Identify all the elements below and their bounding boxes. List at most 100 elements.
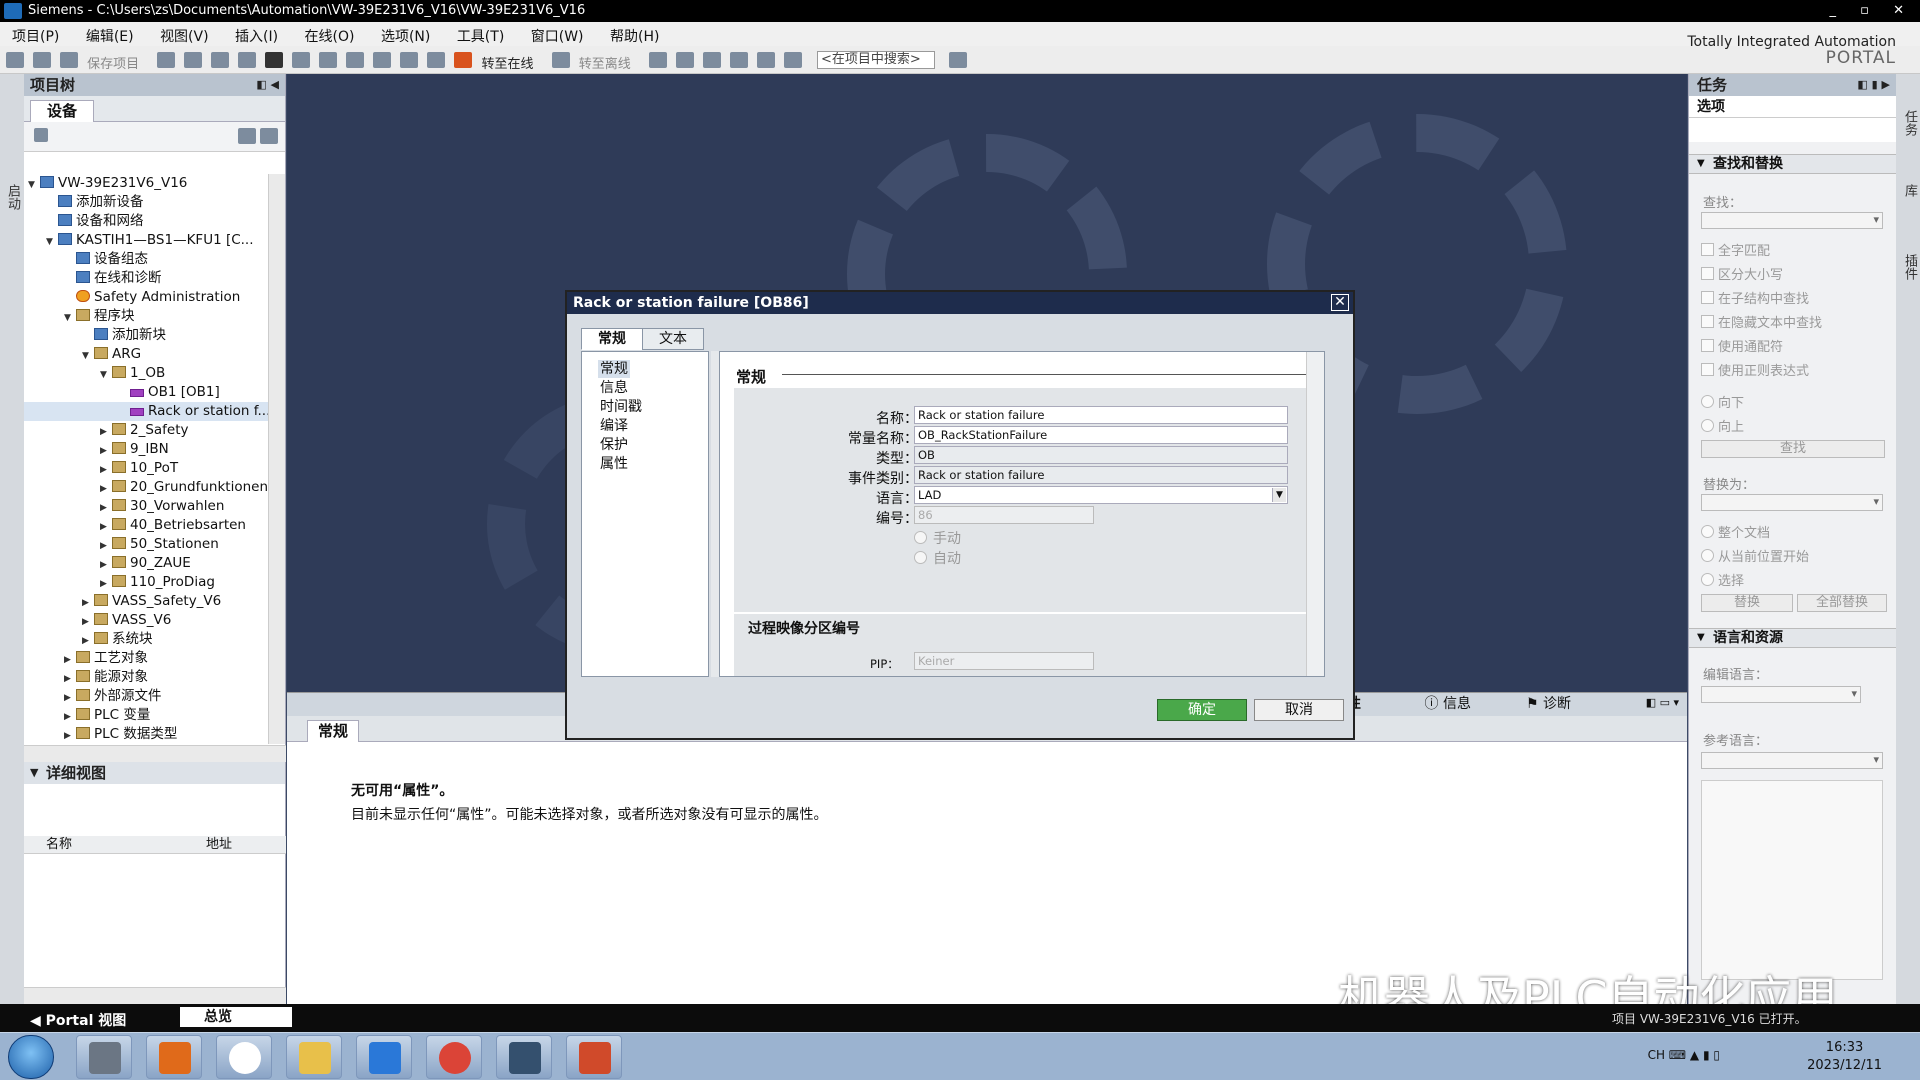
collapse-panel-icon[interactable]: ◧ ◀ <box>256 74 279 96</box>
tree-item[interactable]: ▶ VASS_V6 <box>24 611 269 630</box>
tree-horizontal-scrollbar[interactable] <box>24 745 286 762</box>
addins-tab[interactable]: 插件 <box>1900 254 1919 280</box>
collapsed-arrow-icon[interactable]: ▶ <box>82 613 94 630</box>
open-project-icon[interactable] <box>33 52 51 68</box>
redo-icon[interactable] <box>319 52 338 68</box>
input-language[interactable]: CH <box>1648 1048 1665 1062</box>
tree-item[interactable]: ▶ 工艺对象 <box>24 649 269 668</box>
dialog-splitter[interactable] <box>711 351 719 677</box>
expanded-arrow-icon[interactable]: ▼ <box>82 347 94 364</box>
inspector-window-controls[interactable]: ◧ ▭ ▾ <box>1646 696 1679 709</box>
taskbar-app-icon[interactable] <box>216 1035 272 1079</box>
tab-general[interactable]: 常规 <box>307 720 359 742</box>
nav-compilation[interactable]: 编译 <box>600 417 628 435</box>
tree-item[interactable]: ▼ VW-39E231V6_V16 <box>24 174 269 193</box>
tree-item[interactable]: OB1 [OB1] <box>24 383 269 402</box>
collapsed-arrow-icon[interactable]: ▶ <box>100 480 112 497</box>
use-regex-checkbox[interactable]: 使用正则表达式 <box>1701 360 1809 379</box>
tree-item[interactable]: ▶ 20_Grundfunktionen <box>24 478 269 497</box>
split-horizontal-icon[interactable] <box>756 52 775 68</box>
split-vertical-icon[interactable] <box>783 52 802 68</box>
stop-cpu-icon[interactable] <box>702 52 721 68</box>
tree-item[interactable]: ▶ PLC 变量 <box>24 706 269 725</box>
tree-item[interactable]: ▶ 30_Vorwahlen <box>24 497 269 516</box>
collapsed-arrow-icon[interactable]: ▶ <box>64 708 76 725</box>
powerpoint-icon[interactable] <box>566 1035 622 1079</box>
taskbar-app-icon[interactable] <box>356 1035 412 1079</box>
start-tab[interactable]: 启动 <box>3 184 22 210</box>
dialog-scrollbar[interactable] <box>1306 352 1324 676</box>
tab-texts[interactable]: 文本 <box>642 328 704 350</box>
menu-window[interactable]: 窗口(W) <box>519 22 594 46</box>
direction-up-radio[interactable]: 向上 <box>1701 416 1744 435</box>
undo-icon[interactable] <box>292 52 311 68</box>
print-icon[interactable] <box>157 52 176 68</box>
compile-icon[interactable] <box>346 52 365 68</box>
replace-button[interactable]: 替换 <box>1701 594 1793 612</box>
automatic-radio[interactable]: 自动 <box>914 548 961 568</box>
menu-edit[interactable]: 编辑(E) <box>74 22 144 46</box>
find-button[interactable]: 查找 <box>1701 440 1885 458</box>
tree-item[interactable]: ▶ PLC 数据类型 <box>24 725 269 744</box>
menu-view[interactable]: 视图(V) <box>148 22 219 46</box>
paste-icon[interactable] <box>238 52 257 68</box>
cancel-button[interactable]: 取消 <box>1254 699 1344 721</box>
constant-name-field[interactable]: OB_RackStationFailure <box>914 426 1288 444</box>
tree-item[interactable]: ▶ 110_ProDiag <box>24 573 269 592</box>
find-input[interactable] <box>1701 212 1883 229</box>
chevron-down-icon[interactable]: ▼ <box>1272 488 1286 502</box>
collapsed-arrow-icon[interactable]: ▶ <box>64 651 76 668</box>
project-search-input[interactable]: <在项目中搜索> <box>817 51 936 69</box>
collapsed-arrow-icon[interactable]: ▶ <box>100 499 112 516</box>
tree-vertical-scrollbar[interactable] <box>268 174 285 744</box>
taskbar-app-icon[interactable] <box>76 1035 132 1079</box>
copy-icon[interactable] <box>211 52 230 68</box>
tree-view-icon[interactable] <box>238 128 256 144</box>
download-icon[interactable] <box>373 52 392 68</box>
replace-all-button[interactable]: 全部替换 <box>1797 594 1887 612</box>
tree-item[interactable]: ▶ 50_Stationen <box>24 535 269 554</box>
tree-item[interactable]: Safety Administration <box>24 288 269 307</box>
close-icon[interactable]: ✕ <box>1331 294 1349 311</box>
tree-item[interactable]: 在线和诊断 <box>24 269 269 288</box>
whole-word-checkbox[interactable]: 全字匹配 <box>1701 240 1770 259</box>
collapsed-arrow-icon[interactable]: ▶ <box>100 442 112 459</box>
scope-from-cursor-radio[interactable]: 从当前位置开始 <box>1701 546 1809 565</box>
overview-tab[interactable]: 总览 <box>180 1007 292 1027</box>
go-online-icon[interactable] <box>454 52 473 68</box>
tree-item[interactable]: Rack or station f... <box>24 402 269 421</box>
tree-item[interactable]: ▶ 能源对象 <box>24 668 269 687</box>
nav-timestamps[interactable]: 时间戳 <box>600 398 642 416</box>
system-tray[interactable]: CH ⌨ ▲ ▮ ▯ <box>1648 1048 1720 1062</box>
collapsed-arrow-icon[interactable]: ▶ <box>100 556 112 573</box>
go-online-button[interactable]: 转至在线 <box>481 53 533 72</box>
expanded-arrow-icon[interactable]: ▼ <box>46 233 58 250</box>
tree-overview-icon[interactable] <box>260 128 278 144</box>
reference-language-select[interactable] <box>1701 752 1883 769</box>
search-substructures-checkbox[interactable]: 在子结构中查找 <box>1701 288 1809 307</box>
tree-item[interactable]: ▶ VASS_Safety_V6 <box>24 592 269 611</box>
detail-col-name[interactable]: 名称 <box>46 836 72 854</box>
taskbar-app-icon[interactable] <box>146 1035 202 1079</box>
explorer-icon[interactable] <box>286 1035 342 1079</box>
tab-info[interactable]: ⓘ 信息 <box>1419 693 1477 715</box>
detail-col-address[interactable]: 地址 <box>206 836 232 854</box>
nav-information[interactable]: 信息 <box>600 379 628 397</box>
tree-item[interactable]: ▼ ARG <box>24 345 269 364</box>
save-project-button[interactable]: 保存项目 <box>87 53 139 72</box>
new-project-icon[interactable] <box>6 52 24 68</box>
tab-diagnostics[interactable]: ⚑ 诊断 <box>1520 693 1577 715</box>
nav-general[interactable]: 常规 <box>598 360 630 378</box>
tree-item[interactable]: 添加新设备 <box>24 193 269 212</box>
libraries-tab[interactable]: 库 <box>1900 184 1919 197</box>
collapse-detail-icon[interactable]: ▼ <box>30 762 38 784</box>
menu-project[interactable]: 项目(P) <box>0 22 69 46</box>
tree-item[interactable]: ▶ 10_PoT <box>24 459 269 478</box>
tree-item[interactable]: ▶ 90_ZAUE <box>24 554 269 573</box>
portal-view-button[interactable]: ◀ Portal 视图 <box>30 1010 126 1030</box>
tree-item[interactable]: ▼ KASTIH1—BS1—KFU1 [C... <box>24 231 269 250</box>
cross-reference-icon[interactable] <box>729 52 748 68</box>
menu-insert[interactable]: 插入(I) <box>223 22 288 46</box>
tree-item[interactable]: 添加新块 <box>24 326 269 345</box>
use-wildcards-checkbox[interactable]: 使用通配符 <box>1701 336 1783 355</box>
